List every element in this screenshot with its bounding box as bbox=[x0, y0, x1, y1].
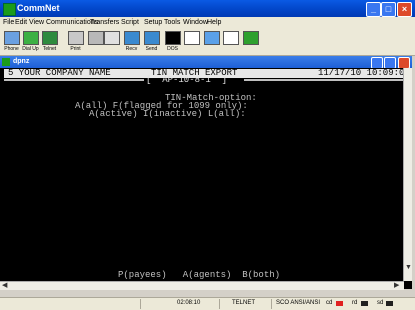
option-active-inactive: A(active) I(inactive) L(all): bbox=[89, 109, 246, 119]
rd-indicator-icon bbox=[361, 301, 368, 306]
scroll-right-arrow-icon[interactable]: ▶ bbox=[394, 282, 399, 290]
cd-indicator-icon bbox=[336, 301, 343, 306]
session-title: dpnz bbox=[13, 58, 30, 65]
recv-button[interactable]: Recv bbox=[122, 31, 141, 53]
dos-icon bbox=[164, 31, 181, 45]
terminal-screen[interactable]: 5 YOUR COMPANY NAME TIN MATCH EXPORT 11/… bbox=[0, 68, 410, 284]
scroll-down-arrow-icon[interactable]: ▼ bbox=[405, 264, 412, 272]
payees-agents-both-options: P(payees) A(agents) B(both) bbox=[118, 270, 281, 280]
status-protocol: TELNET bbox=[232, 300, 256, 306]
printer-icon bbox=[67, 31, 84, 45]
paste-button[interactable] bbox=[102, 31, 121, 53]
app-icon bbox=[3, 3, 16, 16]
session-icon bbox=[2, 58, 10, 66]
scroll-left-arrow-icon[interactable]: ◀ bbox=[2, 282, 7, 290]
company-name: 5 YOUR COMPANY NAME bbox=[8, 68, 111, 78]
status-bar: 02:08:10 TELNET SCO ANSI/ANSI cd rd sd bbox=[0, 297, 415, 310]
status-emulation: SCO ANSI/ANSI bbox=[276, 300, 321, 306]
send-button[interactable]: Send bbox=[142, 31, 161, 53]
report-datetime: 11/17/10 10:09:02 bbox=[318, 68, 410, 78]
header-rule-right bbox=[244, 79, 404, 81]
status-rd: rd bbox=[352, 300, 358, 306]
folder-icon bbox=[203, 31, 220, 45]
monitor-icon bbox=[242, 31, 259, 45]
app-title-bar[interactable]: CommNet _ □ × bbox=[0, 0, 415, 17]
minimize-button[interactable]: _ bbox=[366, 2, 381, 17]
status-divider bbox=[219, 299, 220, 309]
phone-icon bbox=[3, 31, 20, 45]
menu-help[interactable]: Help bbox=[207, 19, 221, 26]
telnet-icon bbox=[41, 31, 58, 45]
dialup-button[interactable]: Dial Up bbox=[21, 31, 40, 53]
telnet-button[interactable]: Telnet bbox=[40, 31, 59, 53]
paste-icon bbox=[103, 31, 120, 45]
toolbar: Phone Dial Up Telnet Print Recv Send DOS bbox=[0, 29, 415, 56]
menu-tools[interactable]: Tools bbox=[164, 19, 180, 26]
send-icon bbox=[143, 31, 160, 45]
status-time: 02:08:10 bbox=[177, 300, 201, 306]
receive-icon bbox=[123, 31, 140, 45]
dos-button[interactable]: DOS bbox=[163, 31, 182, 53]
menu-bar: File Edit View Communications Transfers … bbox=[0, 17, 415, 29]
pencil-icon bbox=[222, 31, 239, 45]
monitor-button[interactable] bbox=[241, 31, 260, 53]
menu-file[interactable]: File bbox=[3, 19, 14, 26]
menu-window[interactable]: Window bbox=[183, 19, 208, 26]
session-title-bar[interactable]: dpnz bbox=[0, 56, 412, 69]
status-divider bbox=[140, 299, 141, 309]
edit-button[interactable] bbox=[221, 31, 240, 53]
horizontal-scrollbar[interactable]: ◀ ▶ bbox=[0, 281, 404, 290]
phone-button[interactable]: Phone bbox=[2, 31, 21, 53]
close-button[interactable]: × bbox=[397, 2, 412, 17]
status-cd: cd bbox=[326, 300, 333, 306]
app-title: CommNet bbox=[17, 3, 60, 13]
maximize-button[interactable]: □ bbox=[381, 2, 396, 17]
dialup-icon bbox=[22, 31, 39, 45]
print-button[interactable]: Print bbox=[66, 31, 85, 53]
menu-edit[interactable]: Edit bbox=[15, 19, 27, 26]
screen-code: [ AP-10-8-1 ] bbox=[146, 75, 228, 85]
menu-setup[interactable]: Setup bbox=[144, 19, 162, 26]
session-window: dpnz 5 YOUR COMPANY NAME TIN MATCH EXPOR… bbox=[0, 56, 412, 290]
header-rule-left bbox=[4, 79, 144, 81]
folder-button[interactable] bbox=[202, 31, 221, 53]
status-sd: sd bbox=[377, 300, 384, 306]
menu-script[interactable]: Script bbox=[121, 19, 139, 26]
status-divider bbox=[271, 299, 272, 309]
mdi-area: dpnz 5 YOUR COMPANY NAME TIN MATCH EXPOR… bbox=[0, 56, 412, 290]
menu-view[interactable]: View bbox=[29, 19, 44, 26]
window-icon bbox=[183, 31, 200, 45]
sd-indicator-icon bbox=[386, 301, 393, 306]
window-button[interactable] bbox=[182, 31, 201, 53]
vertical-scrollbar[interactable]: ▼ bbox=[403, 68, 412, 281]
menu-transfers[interactable]: Transfers bbox=[90, 19, 119, 26]
